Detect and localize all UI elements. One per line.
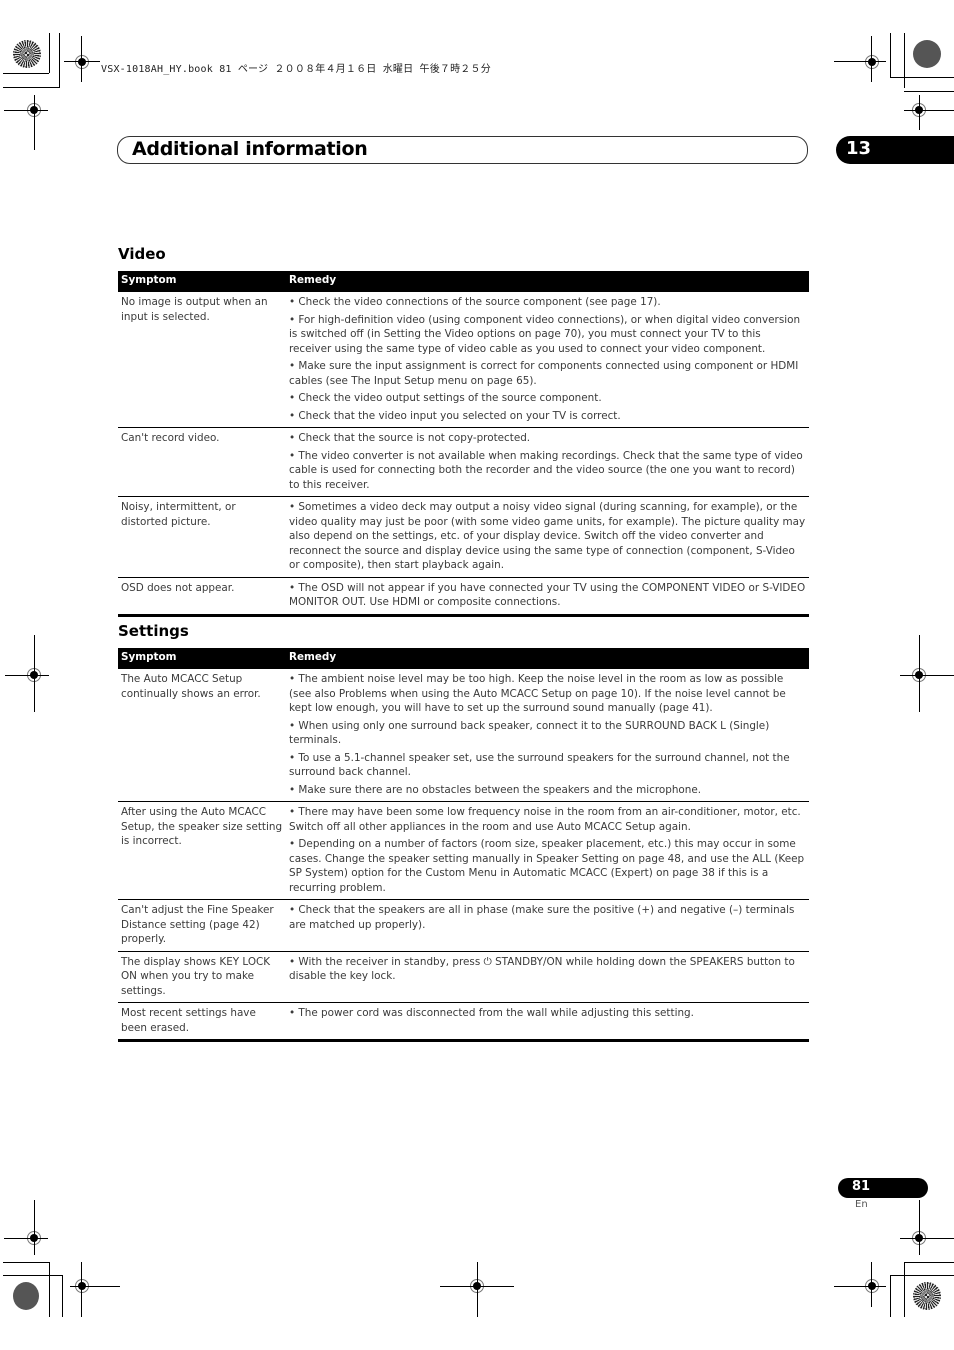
remedy-item: • Make sure there are no obstacles betwe… bbox=[289, 783, 702, 796]
remedy-item: • The video converter is not available w… bbox=[289, 449, 803, 491]
chapter-title: Additional information bbox=[132, 138, 368, 160]
symptom-cell: The display shows KEY LOCK ON when you t… bbox=[118, 950, 286, 1003]
color-target-icon bbox=[913, 1282, 941, 1310]
remedy-cell: • Sometimes a video deck may output a no… bbox=[286, 496, 809, 577]
remedy-cell: • Check that the source is not copy-prot… bbox=[286, 427, 809, 497]
table-row: Can't adjust the Fine Speaker Distance s… bbox=[118, 899, 809, 951]
color-target-icon bbox=[913, 40, 941, 68]
remedy-item: • The ambient noise level may be too hig… bbox=[289, 673, 786, 714]
table-row: After using the Auto MCACC Setup, the sp… bbox=[118, 801, 809, 900]
column-header-remedy: Remedy bbox=[286, 648, 809, 669]
remedy-item: • There may have been some low frequency… bbox=[289, 806, 801, 833]
symptom-cell: OSD does not appear. bbox=[118, 576, 286, 617]
crop-line bbox=[49, 33, 50, 73]
remedy-cell: • The power cord was disconnected from t… bbox=[286, 1002, 809, 1042]
remedy-cell: • The OSD will not appear if you have co… bbox=[286, 576, 809, 617]
chapter-title-bar: Additional information bbox=[117, 136, 808, 164]
remedy-cell: • There may have been some low frequency… bbox=[286, 801, 809, 900]
table-row: The Auto MCACC Setup continually shows a… bbox=[118, 668, 809, 802]
chapter-number: 13 bbox=[846, 138, 872, 159]
section-title-video: Video bbox=[118, 245, 166, 263]
symptom-cell: No image is output when an input is sele… bbox=[118, 291, 286, 428]
remedy-item: • Make sure the input assignment is corr… bbox=[289, 360, 799, 387]
color-target-icon bbox=[13, 1282, 39, 1310]
symptom-cell: Noisy, intermittent, or distorted pictur… bbox=[118, 496, 286, 577]
crop-line bbox=[3, 73, 49, 74]
remedy-item: • For high-definition video (using compo… bbox=[289, 313, 801, 355]
language-label: En bbox=[855, 1199, 868, 1210]
table-row: Most recent settings have been erased. • … bbox=[118, 1002, 809, 1042]
table-row: OSD does not appear. • The OSD will not a… bbox=[118, 576, 809, 617]
page-number-tab: 81 bbox=[838, 1178, 928, 1198]
registration-mark-icon bbox=[862, 52, 882, 72]
table-row: The display shows KEY LOCK ON when you t… bbox=[118, 950, 809, 1003]
remedy-item: • Check the video connections of the sou… bbox=[289, 296, 661, 308]
table-header-row: Symptom Remedy bbox=[118, 271, 809, 292]
remedy-item: • To use a 5.1-channel speaker set, use … bbox=[289, 751, 790, 779]
remedy-item: • Sometimes a video deck may output a no… bbox=[289, 501, 806, 571]
symptom-cell: The Auto MCACC Setup continually shows a… bbox=[118, 668, 286, 802]
remedy-item: • With the receiver in standby, press ⏻ … bbox=[289, 955, 795, 983]
registration-mark-icon bbox=[72, 52, 92, 72]
remedy-cell: • With the receiver in standby, press ⏻ … bbox=[286, 950, 809, 1003]
color-target-icon bbox=[13, 40, 41, 68]
print-header: VSX-1018AH_HY.book 81 ページ ２００８年４月１６日 水曜日… bbox=[101, 64, 491, 75]
crop-line bbox=[59, 33, 60, 88]
chapter-tab: 13 bbox=[836, 136, 954, 164]
page-number: 81 bbox=[852, 1179, 871, 1194]
remedy-item: • The OSD will not appear if you have co… bbox=[289, 581, 806, 609]
remedy-item: • Check that the source is not copy-prot… bbox=[289, 432, 531, 444]
section-title-settings: Settings bbox=[118, 622, 189, 640]
column-header-remedy: Remedy bbox=[286, 271, 809, 292]
table-row: No image is output when an input is sele… bbox=[118, 291, 809, 428]
column-header-symptom: Symptom bbox=[118, 648, 286, 669]
symptom-cell: Most recent settings have been erased. bbox=[118, 1002, 286, 1042]
table-row: Can't record video. • Check that the sour… bbox=[118, 427, 809, 497]
video-troubleshooting-table: Symptom Remedy No image is output when a… bbox=[118, 271, 809, 617]
remedy-item: • When using only one surround back spea… bbox=[289, 719, 770, 747]
remedy-item: • The power cord was disconnected from t… bbox=[289, 1007, 694, 1019]
remedy-item: • Check the video output settings of the… bbox=[289, 392, 602, 404]
table-row: Noisy, intermittent, or distorted pictur… bbox=[118, 496, 809, 577]
remedy-item: • Depending on a number of factors (room… bbox=[289, 838, 805, 894]
remedy-cell: • Check that the speakers are all in pha… bbox=[286, 899, 809, 951]
symptom-cell: Can't adjust the Fine Speaker Distance s… bbox=[118, 899, 286, 951]
settings-troubleshooting-table: Symptom Remedy The Auto MCACC Setup cont… bbox=[118, 648, 809, 1042]
symptom-cell: Can't record video. bbox=[118, 427, 286, 497]
crop-line bbox=[3, 87, 59, 88]
remedy-item: • Check that the speakers are all in pha… bbox=[289, 904, 795, 931]
remedy-cell: • Check the video connections of the sou… bbox=[286, 291, 809, 428]
remedy-item: • Check that the video input you selecte… bbox=[289, 409, 621, 422]
symptom-cell: After using the Auto MCACC Setup, the sp… bbox=[118, 801, 286, 900]
remedy-cell: • The ambient noise level may be too hig… bbox=[286, 668, 809, 802]
table-header-row: Symptom Remedy bbox=[118, 648, 809, 669]
column-header-symptom: Symptom bbox=[118, 271, 286, 292]
